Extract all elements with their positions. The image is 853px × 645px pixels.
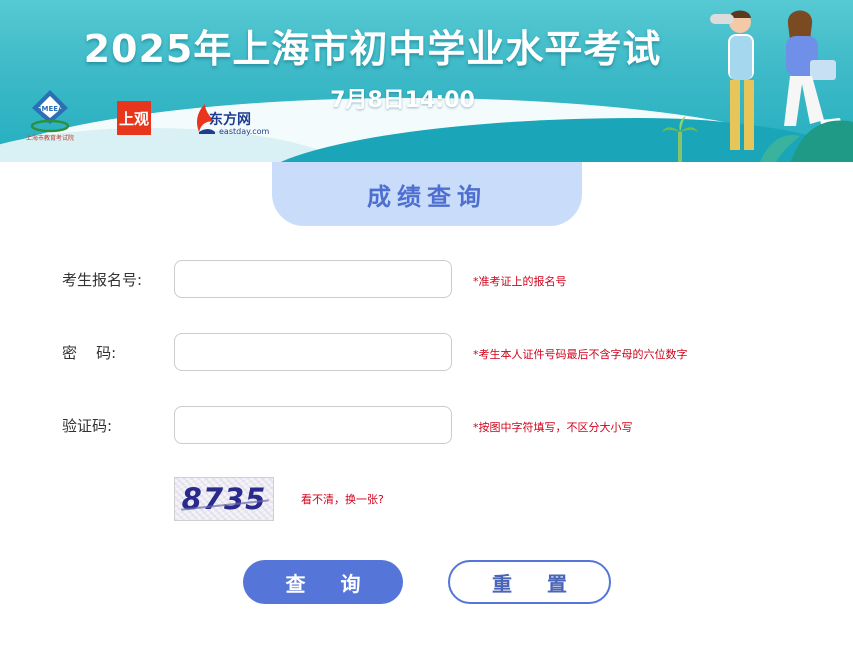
query-button[interactable]: 查 询 (243, 560, 403, 604)
smeea-logo-text: SMEEA (37, 105, 65, 113)
reset-button[interactable]: 重 置 (448, 560, 611, 604)
reg-no-label: 考生报名号: (62, 271, 143, 289)
smeea-logo: SMEEA 上海市教育考试院 (22, 88, 78, 142)
captcha-input[interactable] (174, 406, 452, 444)
eastday-logo-url: eastday.com (219, 127, 270, 136)
shangguan-logo-text: 上观 (118, 109, 149, 128)
score-query-header: 成绩查询 (272, 162, 582, 226)
reg-no-input[interactable] (174, 260, 452, 298)
eastday-logo: 东方网 eastday.com (193, 100, 275, 138)
students-illustration (710, 10, 853, 162)
smeea-logo-caption: 上海市教育考试院 (26, 134, 74, 142)
banner-title: 2025年上海市初中学业水平考试 (83, 27, 662, 71)
captcha-hint: *按图中字符填写，不区分大小写 (473, 421, 633, 434)
refresh-captcha-link[interactable]: 看不清，换一张? (301, 491, 384, 507)
eastday-logo-name: 东方网 (209, 112, 251, 128)
shangguan-logo: 上观 (117, 101, 151, 135)
captcha-label: 验证码: (62, 417, 113, 435)
reg-no-hint: *准考证上的报名号 (473, 275, 567, 288)
query-button-label: 查 询 (285, 571, 375, 596)
page-title: 成绩查询 (367, 182, 487, 211)
reset-button-label: 重 置 (492, 571, 581, 596)
captcha-image-text: 8735 (181, 482, 267, 516)
header-banner: 2025年上海市初中学业水平考试 7月8日14:00 SMEEA 上海市教育考试… (0, 0, 853, 162)
password-input[interactable] (174, 333, 452, 371)
password-label: 密 码: (62, 344, 117, 362)
palm-illustration (662, 116, 698, 162)
password-hint: *考生本人证件号码最后不含字母的六位数字 (473, 348, 688, 361)
captcha-image[interactable]: 8735 (174, 477, 274, 521)
